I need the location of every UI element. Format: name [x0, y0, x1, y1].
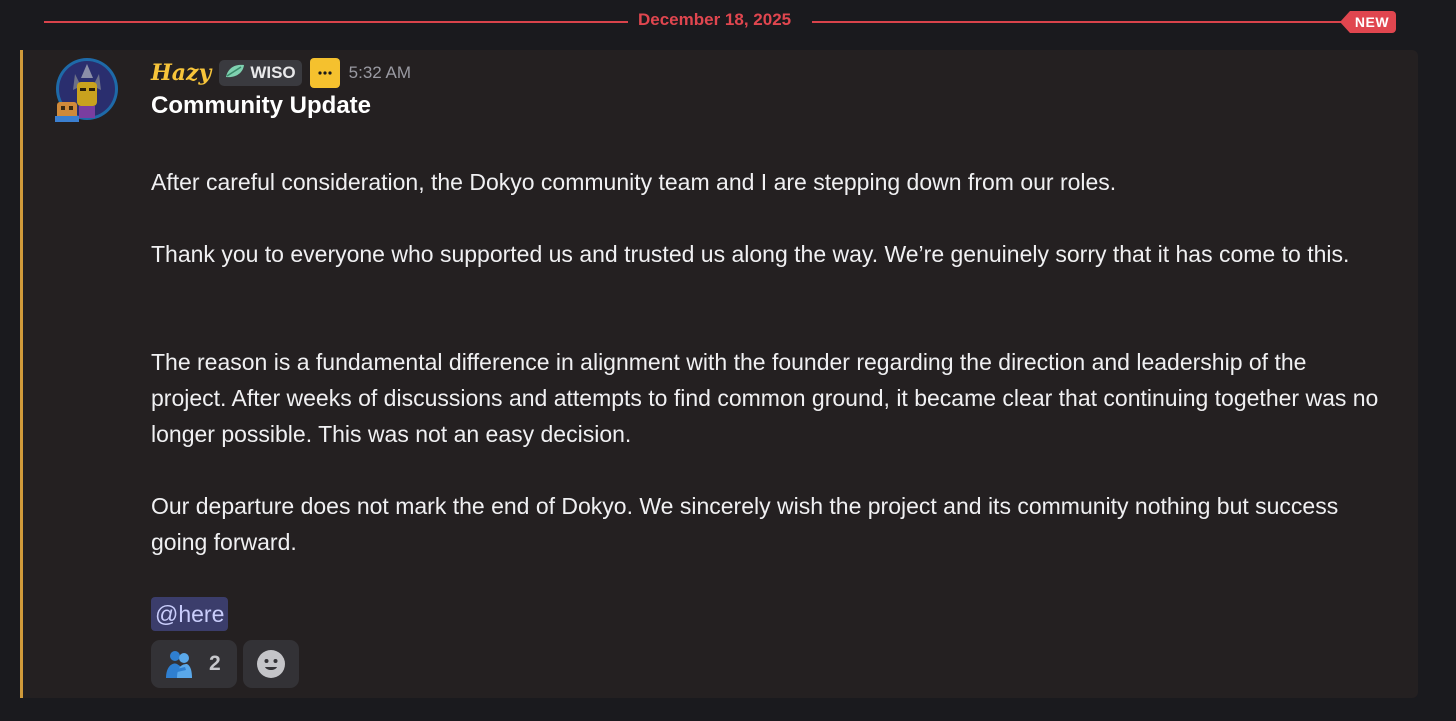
leaf-icon	[224, 63, 246, 83]
divider-line-left	[44, 21, 628, 23]
message-paragraph: Our departure does not mark the end of D…	[151, 493, 1339, 555]
message-header: Hazy WISO 5:32 AM	[151, 58, 411, 88]
server-tag-label: WISO	[250, 63, 296, 82]
add-reaction-button[interactable]	[243, 640, 299, 688]
message-paragraph: After careful consideration, the Dokyo c…	[151, 169, 1117, 195]
chat-view: December 18, 2025 NEW Hazy WISO 5:32 AM …	[0, 0, 1456, 721]
here-mention[interactable]: @here	[151, 597, 229, 631]
reaction-button[interactable]: 2	[151, 640, 237, 688]
people-hugging-icon	[163, 648, 195, 680]
more-dots-icon[interactable]	[309, 58, 340, 88]
divider-date: December 18, 2025	[638, 10, 792, 29]
new-badge-label: NEW	[1354, 14, 1390, 30]
message-timestamp[interactable]: 5:32 AM	[349, 63, 411, 83]
message[interactable]: Hazy WISO 5:32 AM Community Update After…	[20, 50, 1418, 698]
smiley-icon	[256, 649, 286, 679]
date-divider: December 18, 2025 NEW	[44, 8, 1396, 36]
message-title: Community Update	[151, 92, 372, 119]
reaction-count: 2	[209, 652, 221, 675]
author-name[interactable]: Hazy	[151, 60, 211, 86]
divider-line-right	[812, 21, 1352, 23]
message-paragraph: The reason is a fundamental difference i…	[151, 349, 1379, 447]
avatar[interactable]	[53, 56, 121, 126]
message-paragraph: Thank you to everyone who supported us a…	[151, 241, 1350, 267]
server-tag[interactable]: WISO	[219, 60, 302, 86]
